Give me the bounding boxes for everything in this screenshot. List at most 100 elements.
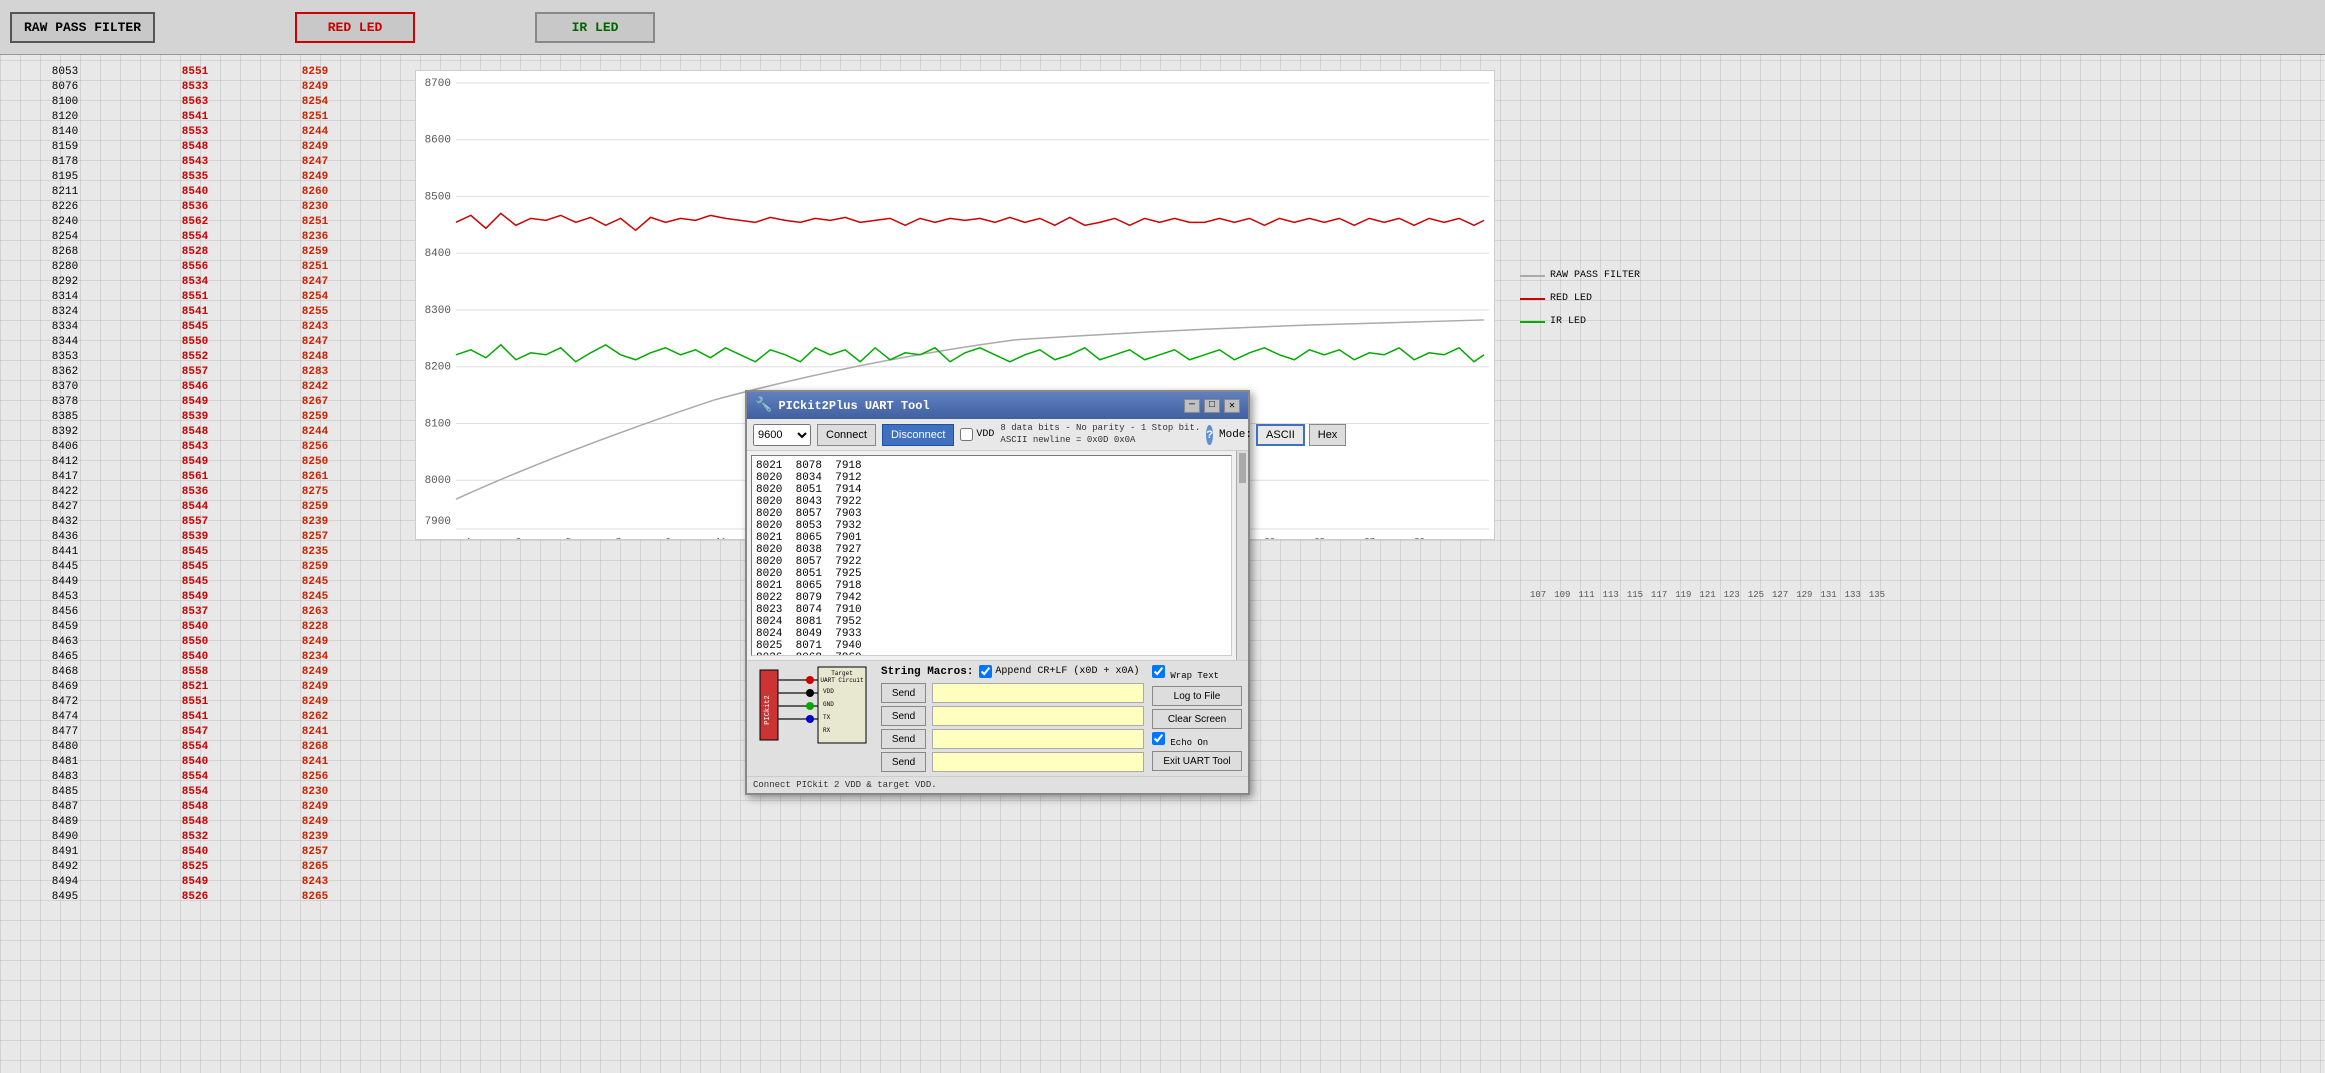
table-row: 8525 bbox=[140, 860, 250, 874]
legend-ir: IR LED bbox=[1520, 316, 1640, 327]
table-row: 8468 bbox=[10, 665, 120, 679]
disconnect-button[interactable]: Disconnect bbox=[882, 424, 954, 446]
echo-on-checkbox[interactable] bbox=[1152, 732, 1165, 745]
table-row: 8545 bbox=[140, 320, 250, 334]
table-row: 8259 bbox=[260, 560, 370, 574]
titlebar-controls[interactable]: ─ □ ✕ bbox=[1184, 399, 1240, 413]
svg-text:8000: 8000 bbox=[425, 475, 451, 487]
macro-row-2: Send bbox=[881, 706, 1144, 726]
table-row: 8314 bbox=[10, 290, 120, 304]
send-button-3[interactable]: Send bbox=[881, 729, 926, 749]
svg-text:5: 5 bbox=[566, 537, 571, 539]
macro-input-4[interactable] bbox=[932, 752, 1144, 772]
vdd-checkbox-label[interactable]: VDD bbox=[960, 428, 994, 441]
table-row: 8485 bbox=[10, 785, 120, 799]
vdd-checkbox[interactable] bbox=[960, 428, 973, 441]
send-button-4[interactable]: Send bbox=[881, 752, 926, 772]
wrap-text-checkbox[interactable] bbox=[1152, 665, 1165, 678]
table-row: 8545 bbox=[140, 560, 250, 574]
connect-button[interactable]: Connect bbox=[817, 424, 876, 446]
wrap-text-label[interactable]: Wrap Text bbox=[1152, 671, 1219, 681]
svg-text:8400: 8400 bbox=[425, 248, 451, 260]
table-row: 8251 bbox=[260, 215, 370, 229]
append-crlf-checkbox[interactable] bbox=[979, 665, 992, 678]
send-button-2[interactable]: Send bbox=[881, 706, 926, 726]
table-row: 8540 bbox=[140, 755, 250, 769]
clear-screen-button[interactable]: Clear Screen bbox=[1152, 709, 1242, 729]
table-row: 8267 bbox=[260, 395, 370, 409]
uart-dialog: 🔧 PICkit2Plus UART Tool ─ □ ✕ 9600 19200… bbox=[745, 390, 1250, 795]
macro-input-2[interactable] bbox=[932, 706, 1144, 726]
table-row: 8459 bbox=[10, 620, 120, 634]
send-button-1[interactable]: Send bbox=[881, 683, 926, 703]
maximize-button[interactable]: □ bbox=[1204, 399, 1220, 413]
table-row: 8406 bbox=[10, 440, 120, 454]
wrap-text-checkbox-row: Wrap Text bbox=[1152, 665, 1242, 681]
table-row: 8441 bbox=[10, 545, 120, 559]
table-row: 8550 bbox=[140, 335, 250, 349]
minimize-button[interactable]: ─ bbox=[1184, 399, 1200, 413]
table-row: 8353 bbox=[10, 350, 120, 364]
data-columns-container: 8053807681008120814081598178819582118226… bbox=[0, 55, 380, 1073]
circuit-svg: PICkit2 Target UART Circuit VDD GND TX R… bbox=[758, 665, 868, 750]
dialog-titlebar: 🔧 PICkit2Plus UART Tool ─ □ ✕ bbox=[747, 392, 1248, 419]
table-row: 8251 bbox=[260, 260, 370, 274]
table-row: 8422 bbox=[10, 485, 120, 499]
table-row: 8554 bbox=[140, 770, 250, 784]
scrollbar-thumb[interactable] bbox=[1239, 453, 1246, 483]
table-row: 8261 bbox=[260, 470, 370, 484]
table-row: 8545 bbox=[140, 575, 250, 589]
echo-on-label: Echo On bbox=[1170, 738, 1208, 748]
table-row: 8541 bbox=[140, 710, 250, 724]
table-row: 8344 bbox=[10, 335, 120, 349]
legend-line-ir bbox=[1520, 321, 1545, 323]
table-row: 8244 bbox=[260, 425, 370, 439]
connect-text: Connect PICkit 2 VDD & target VDD. bbox=[747, 776, 1248, 793]
wrap-text-span: Wrap Text bbox=[1170, 671, 1219, 681]
table-row: 8268 bbox=[10, 245, 120, 259]
table-row: 8235 bbox=[260, 545, 370, 559]
exit-uart-button[interactable]: Exit UART Tool bbox=[1152, 751, 1242, 771]
table-row: 8535 bbox=[140, 170, 250, 184]
table-row: 8362 bbox=[10, 365, 120, 379]
ascii-mode-button[interactable]: ASCII bbox=[1256, 424, 1305, 446]
table-row: 8249 bbox=[260, 635, 370, 649]
table-row: 8453 bbox=[10, 590, 120, 604]
table-row: 8543 bbox=[140, 155, 250, 169]
legend-label-red: RED LED bbox=[1550, 293, 1592, 304]
table-row: 8487 bbox=[10, 800, 120, 814]
table-row: 8548 bbox=[140, 815, 250, 829]
table-row: 8526 bbox=[140, 890, 250, 904]
table-row: 8554 bbox=[140, 230, 250, 244]
baud-rate-select[interactable]: 9600 19200 38400 57600 115200 bbox=[753, 424, 811, 446]
scrollbar-vertical[interactable] bbox=[1236, 451, 1248, 660]
table-row: 8242 bbox=[260, 380, 370, 394]
table-row: 8417 bbox=[10, 470, 120, 484]
table-row: 8449 bbox=[10, 575, 120, 589]
close-button[interactable]: ✕ bbox=[1224, 399, 1240, 413]
table-row: 8549 bbox=[140, 875, 250, 889]
table-row: 8540 bbox=[140, 185, 250, 199]
svg-text:8500: 8500 bbox=[425, 191, 451, 203]
table-row: 8533 bbox=[140, 80, 250, 94]
table-row: 8540 bbox=[140, 620, 250, 634]
table-row: 8480 bbox=[10, 740, 120, 754]
table-row: 8159 bbox=[10, 140, 120, 154]
echo-on-checkbox-label[interactable]: Echo On bbox=[1152, 732, 1242, 748]
append-crlf-checkbox-label[interactable]: Append CR+LF (x0D + x0A) bbox=[979, 665, 1139, 678]
table-row: 8545 bbox=[140, 545, 250, 559]
legend-label-ir: IR LED bbox=[1550, 316, 1586, 327]
table-row: 8262 bbox=[260, 710, 370, 724]
uart-data-display[interactable]: 8021 8078 7918 8020 8034 7912 8020 8051 … bbox=[751, 455, 1232, 656]
log-to-file-button[interactable]: Log to File bbox=[1152, 686, 1242, 706]
table-row: 8557 bbox=[140, 515, 250, 529]
table-row: 8494 bbox=[10, 875, 120, 889]
macro-input-3[interactable] bbox=[932, 729, 1144, 749]
help-button[interactable]: ? bbox=[1206, 425, 1213, 445]
macro-input-1[interactable] bbox=[932, 683, 1144, 703]
hex-mode-button[interactable]: Hex bbox=[1309, 424, 1347, 446]
table-row: 8178 bbox=[10, 155, 120, 169]
svg-text:PICkit2: PICkit2 bbox=[764, 695, 772, 724]
table-row: 8245 bbox=[260, 575, 370, 589]
table-row: 8250 bbox=[260, 455, 370, 469]
